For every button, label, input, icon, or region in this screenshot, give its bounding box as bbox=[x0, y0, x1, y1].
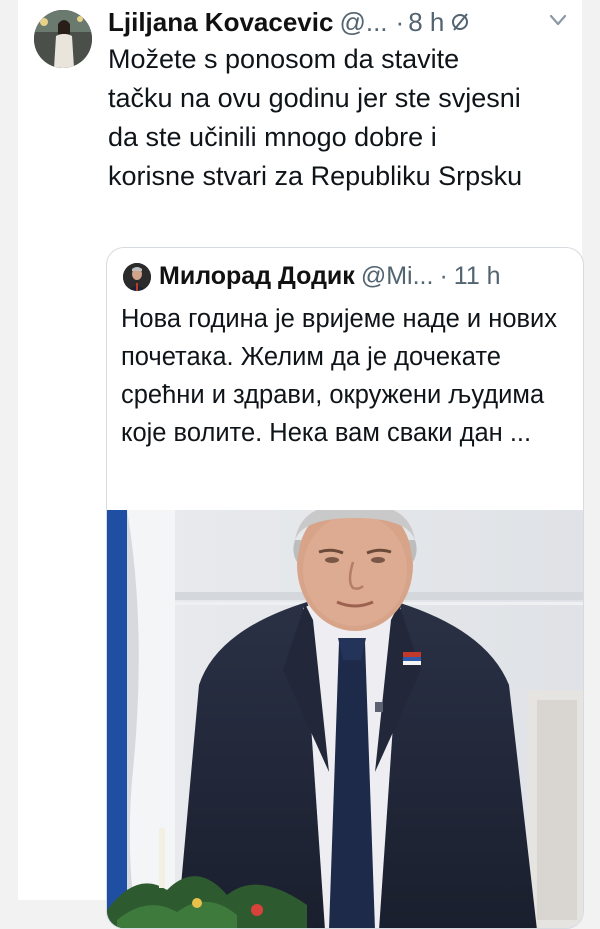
tweet-header: Ljiljana Kovacevic @... · 8 h bbox=[108, 4, 568, 40]
author-handle[interactable]: @... bbox=[339, 7, 387, 37]
quoted-tweet-text: Нова година је вријеме наде и нових поче… bbox=[121, 305, 558, 447]
quoted-tweet[interactable]: Милорад Додик @Mi... · 11 h Нова година је … bbox=[106, 247, 584, 929]
more-options-icon[interactable] bbox=[548, 10, 568, 35]
quoted-tweet-photo[interactable] bbox=[107, 510, 583, 928]
edit-pencil-icon bbox=[450, 6, 470, 42]
tweet-card[interactable]: Ljiljana Kovacevic @... · 8 h Možete s pono… bbox=[18, 0, 584, 929]
tweet-text: Možete s ponosom da stavite tačku na ovu… bbox=[108, 44, 523, 191]
quoted-author-handle[interactable]: @Mi... bbox=[361, 262, 434, 290]
author-name[interactable]: Ljiljana Kovacevic bbox=[108, 7, 333, 37]
quoted-author-name[interactable]: Милорад Додик bbox=[159, 262, 355, 290]
separator-dot: · bbox=[395, 7, 405, 37]
quoted-tweet-header: Милорад Додик @Mi... · 11 h bbox=[159, 258, 574, 294]
tweet-time[interactable]: 8 h bbox=[408, 7, 444, 37]
quoted-author-avatar[interactable] bbox=[123, 263, 151, 291]
author-avatar[interactable] bbox=[34, 10, 92, 68]
separator-dot: · bbox=[439, 262, 448, 290]
quoted-tweet-time[interactable]: 11 h bbox=[454, 262, 501, 290]
